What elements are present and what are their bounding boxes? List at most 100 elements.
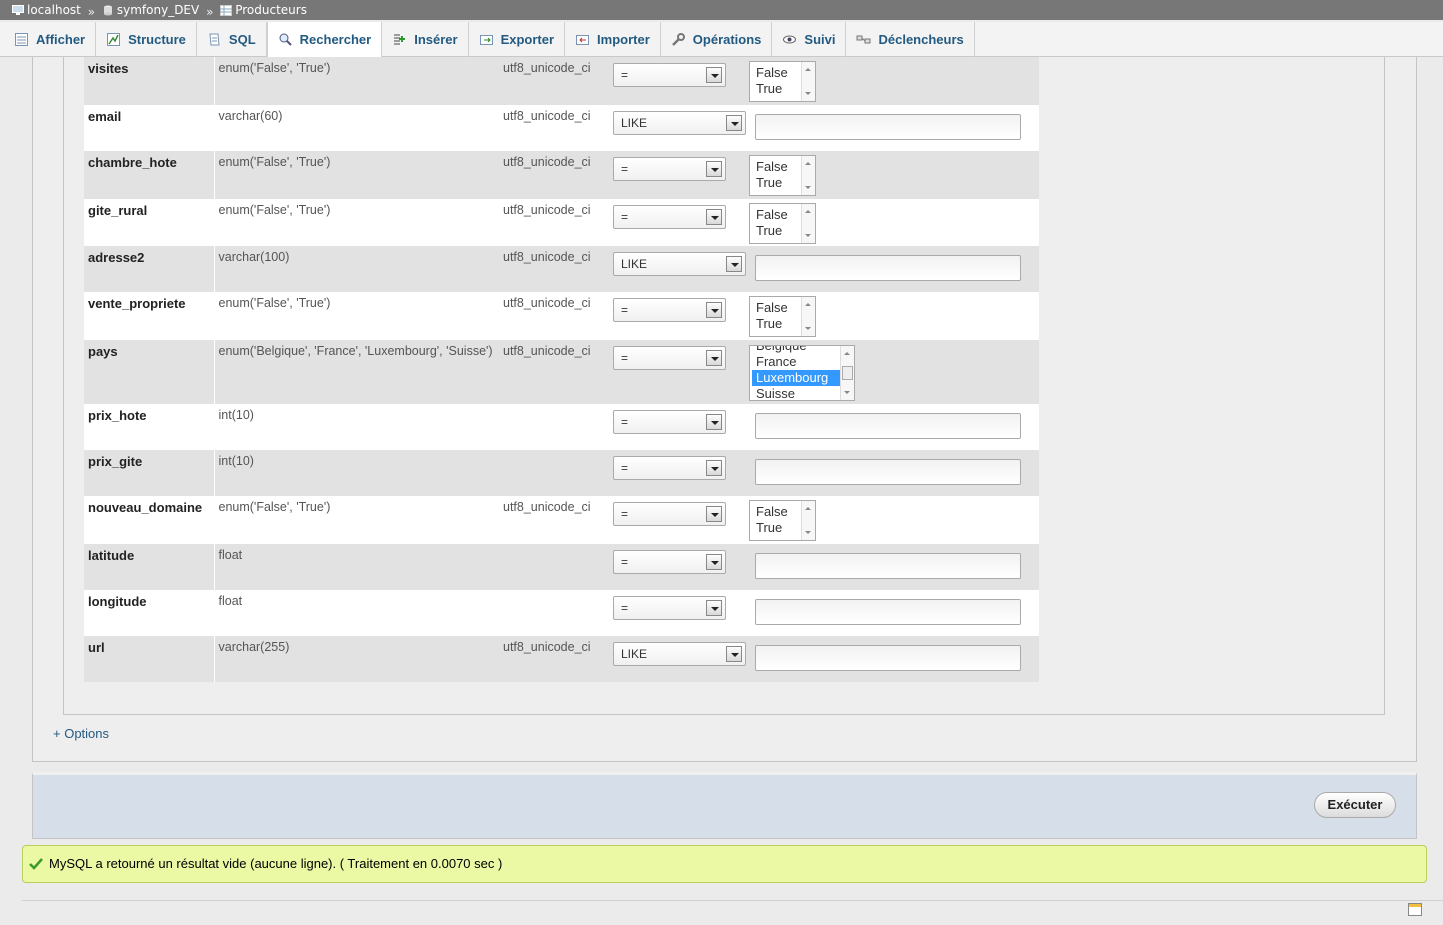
value-cell — [755, 246, 1039, 292]
operator-value: = — [621, 461, 629, 475]
operator-select[interactable]: = — [613, 550, 726, 574]
search-icon — [279, 33, 292, 46]
column-type: enum('False', 'True') — [214, 199, 503, 246]
scroll-up-icon — [805, 162, 811, 165]
scroll-up-icon — [805, 68, 811, 71]
operator-select[interactable]: = — [613, 502, 726, 526]
scroll-down-icon — [805, 531, 811, 534]
listbox-scrollbar[interactable] — [840, 346, 854, 400]
tab-label: Exporter — [500, 32, 555, 47]
breadcrumb-table[interactable]: Producteurs — [220, 0, 307, 20]
column-collation — [503, 590, 613, 636]
column-collation: utf8_unicode_ci — [503, 496, 613, 544]
tab-suivi[interactable]: Suivi — [772, 22, 847, 57]
value-input[interactable] — [755, 459, 1021, 485]
tab-operations[interactable]: Opérations — [661, 22, 773, 57]
column-type: enum('Belgique', 'France', 'Luxembourg',… — [214, 340, 503, 404]
tab-rechercher[interactable]: Rechercher — [266, 22, 383, 57]
column-type: int(10) — [214, 450, 503, 496]
browse-icon — [15, 33, 28, 46]
operator-select[interactable]: LIKE — [613, 642, 746, 666]
operator-select[interactable]: = — [613, 346, 726, 370]
table-icon — [220, 4, 233, 16]
scroll-down-icon — [805, 186, 811, 189]
console-icon[interactable] — [1408, 903, 1422, 916]
structure-icon — [107, 33, 121, 46]
tab-label: Opérations — [692, 32, 762, 47]
operator-select[interactable]: = — [613, 157, 726, 181]
breadcrumb-separator: » — [206, 4, 214, 19]
value-input[interactable] — [755, 645, 1021, 671]
operator-cell: = — [613, 57, 755, 105]
value-input[interactable] — [755, 114, 1021, 140]
listbox-option[interactable]: Luxembourg — [752, 370, 854, 386]
operator-value: = — [621, 303, 629, 317]
listbox-option[interactable]: France — [752, 354, 854, 370]
tab-inserer[interactable]: Insérer — [382, 22, 469, 57]
value-input[interactable] — [755, 255, 1021, 281]
table-row: longitude float = — [84, 590, 1039, 636]
breadcrumb-table-label: Producteurs — [235, 3, 307, 17]
operator-select[interactable]: = — [613, 298, 726, 322]
breadcrumb-database[interactable]: symfony_DEV — [102, 0, 199, 20]
form-footer — [32, 772, 1417, 839]
tab-declencheurs[interactable]: Déclencheurs — [846, 22, 975, 57]
value-listbox[interactable]: False True — [749, 296, 816, 337]
value-input[interactable] — [755, 553, 1021, 579]
listbox-scrollbar[interactable] — [801, 297, 815, 336]
value-listbox[interactable]: False True — [749, 500, 816, 541]
value-cell: False True — [749, 151, 1039, 199]
tab-exporter[interactable]: Exporter — [469, 22, 566, 57]
operator-select[interactable]: = — [613, 63, 726, 87]
operator-cell: = — [613, 151, 755, 199]
listbox-scrollbar[interactable] — [801, 62, 815, 101]
operator-select[interactable]: LIKE — [613, 111, 746, 135]
scroll-thumb[interactable] — [842, 366, 853, 380]
value-input[interactable] — [755, 599, 1021, 625]
wrench-icon — [671, 33, 685, 46]
operator-select[interactable]: LIKE — [613, 252, 746, 276]
operator-select[interactable]: = — [613, 205, 726, 229]
chevron-down-icon — [726, 256, 742, 272]
value-listbox[interactable]: Belgique France Luxembourg Suisse — [749, 345, 855, 401]
table-row: chambre_hote enum('False', 'True') utf8_un… — [84, 151, 1039, 199]
tab-structure[interactable]: Structure — [96, 22, 197, 57]
status-message-text: MySQL a retourné un résultat vide (aucun… — [49, 856, 503, 871]
execute-button[interactable]: Exécuter — [1314, 792, 1396, 818]
operator-cell: = — [613, 450, 755, 496]
value-cell: False True — [749, 199, 1039, 246]
chevron-down-icon — [706, 209, 722, 225]
tab-afficher[interactable]: Afficher — [4, 22, 97, 57]
operator-select[interactable]: = — [613, 596, 726, 620]
value-listbox[interactable]: False True — [749, 203, 816, 244]
table-row: pays enum('Belgique', 'France', 'Luxembou… — [84, 340, 1039, 404]
breadcrumb-separator: » — [87, 4, 96, 19]
chevron-down-icon — [706, 600, 722, 616]
breadcrumb-server[interactable]: localhost — [12, 0, 81, 20]
tab-sql[interactable]: SQL — [197, 22, 267, 57]
chevron-down-icon — [706, 302, 722, 318]
tab-label: Structure — [128, 32, 186, 47]
listbox-option[interactable]: Suisse — [752, 386, 854, 400]
column-type: varchar(60) — [214, 105, 503, 151]
column-collation: utf8_unicode_ci — [503, 636, 613, 682]
listbox-scrollbar[interactable] — [801, 204, 815, 243]
value-input[interactable] — [755, 413, 1021, 439]
value-listbox[interactable]: False True — [749, 61, 816, 102]
value-cell: False True — [749, 496, 1039, 544]
eye-icon — [783, 35, 797, 44]
listbox-scrollbar[interactable] — [801, 156, 815, 195]
listbox-option[interactable]: Belgique — [752, 346, 854, 354]
operator-cell: = — [613, 544, 755, 590]
table-row: gite_rural enum('False', 'True') utf8_unic… — [84, 199, 1039, 246]
options-link[interactable]: + Options — [53, 726, 109, 741]
operator-select[interactable]: = — [613, 410, 726, 434]
listbox-scrollbar[interactable] — [801, 501, 815, 540]
column-name: url — [84, 636, 215, 682]
scroll-up-icon — [805, 210, 811, 213]
column-type: enum('False', 'True') — [214, 57, 503, 105]
value-listbox[interactable]: False True — [749, 155, 816, 196]
tab-importer[interactable]: Importer — [565, 22, 661, 57]
trigger-icon — [856, 35, 871, 44]
operator-select[interactable]: = — [613, 456, 726, 480]
